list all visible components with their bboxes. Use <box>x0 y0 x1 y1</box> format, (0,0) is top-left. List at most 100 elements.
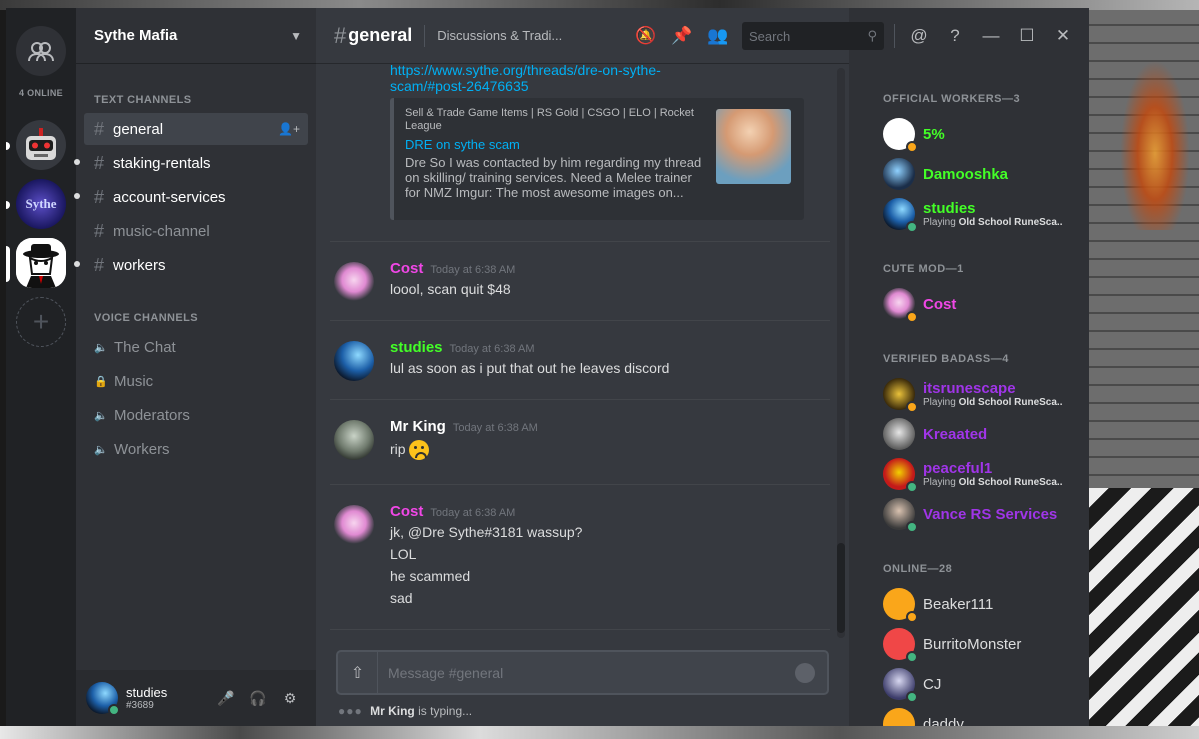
message-link[interactable]: https://www.sythe.org/threads/dre-on-syt… <box>390 64 710 94</box>
embed-title[interactable]: DRE on sythe scam <box>405 137 520 152</box>
member-item[interactable]: CJ <box>883 664 1083 704</box>
desktop-background-fire <box>1120 60 1190 230</box>
minimize-icon[interactable]: — <box>973 26 1009 46</box>
online-status-icon <box>906 521 918 533</box>
desktop-background-stripes <box>1089 488 1199 726</box>
message-line: rip <box>390 438 430 461</box>
invite-icon[interactable]: 👤+ <box>278 122 300 136</box>
help-icon[interactable]: ? <box>937 26 973 46</box>
member-name: studies <box>923 199 976 217</box>
server-icon-sythe-mafia[interactable] <box>16 238 66 288</box>
search-icon: ⚲ <box>867 28 877 43</box>
member-item[interactable]: Vance RS Services <box>883 494 1083 534</box>
message-list[interactable]: https://www.sythe.org/threads/dre-on-syt… <box>316 64 849 634</box>
voice-channel-label: Moderators <box>114 406 190 424</box>
channel-general[interactable]: # general 👤+ <box>84 113 308 145</box>
hash-icon: # <box>94 152 105 173</box>
member-activity: Playing Old School RuneSca... <box>923 397 1063 408</box>
member-name: Damooshka <box>923 165 1009 183</box>
member-item[interactable]: daddy <box>883 704 1083 726</box>
unread-dot <box>74 159 80 165</box>
text-channels-category[interactable]: TEXT CHANNELS <box>94 94 191 106</box>
member-item[interactable]: BurritoMonster <box>883 624 1083 664</box>
headphones-icon[interactable]: 🎧 <box>242 690 274 707</box>
speaker-icon: 🔈 <box>94 341 108 354</box>
hash-icon: # <box>94 220 105 241</box>
toolbar-divider <box>894 24 895 48</box>
idle-status-icon <box>906 141 918 153</box>
member-item[interactable]: studies Playing Old School RuneSca... <box>883 194 1083 234</box>
message-text: loool, scan quit $48 <box>390 281 511 297</box>
unread-dot <box>74 261 80 267</box>
friends-home-button[interactable] <box>16 26 66 76</box>
search-input[interactable]: Search <box>749 29 867 44</box>
server-header[interactable]: Sythe Mafia ▼ <box>76 8 316 64</box>
member-name: Kreaated <box>923 425 988 443</box>
avatar[interactable] <box>334 341 374 381</box>
member-name: Beaker111 <box>923 595 994 613</box>
channel-topic[interactable]: Discussions & Tradi... <box>437 28 562 43</box>
member-item[interactable]: Beaker111 <box>883 584 1083 624</box>
message-group: Cost Today at 6:38 AM loool, scan quit $4… <box>316 260 836 320</box>
member-item[interactable]: Kreaated <box>883 414 1083 454</box>
channel-label: general <box>113 120 164 138</box>
message-author[interactable]: studies <box>390 339 443 356</box>
message-author-wrap[interactable]: Cost Today at 6:38 AM <box>390 503 515 520</box>
member-item[interactable]: Damooshka <box>883 154 1083 194</box>
member-list-toggle-icon[interactable]: 👥 <box>700 26 736 46</box>
message-author-wrap[interactable]: Cost Today at 6:38 AM <box>390 260 515 277</box>
channel-staking-rentals[interactable]: # staking-rentals <box>84 147 308 179</box>
voice-channel-moderators[interactable]: 🔈 Moderators <box>84 399 308 431</box>
member-item[interactable]: peaceful1 Playing Old School RuneSca... <box>883 454 1083 494</box>
voice-channel-the-chat[interactable]: 🔈 The Chat <box>84 331 308 363</box>
message-divider <box>330 399 830 400</box>
close-icon[interactable]: ✕ <box>1045 26 1081 46</box>
server-icon-robot[interactable] <box>16 120 66 170</box>
embed-thumbnail[interactable] <box>716 109 791 184</box>
mute-channel-icon[interactable]: 🔕 <box>628 26 664 46</box>
member-item[interactable]: 5% <box>883 114 1083 154</box>
channel-label: music-channel <box>113 222 210 240</box>
pinned-messages-icon[interactable]: 📌 <box>664 26 700 46</box>
member-name: Vance RS Services <box>923 505 1058 523</box>
idle-status-icon <box>906 401 918 413</box>
avatar[interactable] <box>334 420 374 460</box>
typing-user: Mr King <box>370 704 415 718</box>
search-box[interactable]: Search ⚲ <box>742 22 884 50</box>
avatar[interactable] <box>334 505 374 545</box>
hash-icon: # <box>94 186 105 207</box>
server-icon-sythe[interactable]: Sythe <box>16 179 66 229</box>
voice-channel-music[interactable]: 🔒 Music <box>84 365 308 397</box>
voice-channels-category[interactable]: VOICE CHANNELS <box>94 312 198 324</box>
microphone-icon[interactable]: 🎤 <box>210 690 242 707</box>
voice-channel-workers[interactable]: 🔈 Workers <box>84 433 308 465</box>
message-timestamp: Today at 6:38 AM <box>430 507 516 519</box>
gear-icon[interactable]: ⚙ <box>274 690 306 707</box>
member-item[interactable]: Cost <box>883 284 1083 324</box>
message-group: studies Today at 6:38 AM lul as soon as i… <box>316 339 836 399</box>
member-item[interactable]: itsrunescape Playing Old School RuneSca.… <box>883 374 1083 414</box>
member-category: CUTE MOD—1 <box>883 263 964 275</box>
message-author[interactable]: Cost <box>390 503 423 520</box>
message-author-wrap[interactable]: studies Today at 6:38 AM <box>390 339 535 356</box>
avatar <box>883 668 918 703</box>
scrollbar-thumb[interactable] <box>837 543 845 633</box>
avatar[interactable] <box>334 262 374 302</box>
emoji-picker-icon[interactable] <box>795 662 815 683</box>
avatar <box>883 628 918 663</box>
maximize-icon[interactable]: ☐ <box>1009 26 1045 46</box>
message-input[interactable] <box>378 664 795 681</box>
message-author[interactable]: Mr King <box>390 418 446 435</box>
upload-icon[interactable]: ⇧ <box>338 652 378 693</box>
avatar[interactable] <box>86 682 120 716</box>
mentions-icon[interactable]: @ <box>901 26 937 46</box>
channel-music-channel[interactable]: # music-channel <box>84 215 308 247</box>
channel-workers[interactable]: # workers <box>84 249 308 281</box>
hash-icon: # <box>94 254 105 275</box>
add-server-button[interactable]: + <box>16 297 66 347</box>
message-author[interactable]: Cost <box>390 260 423 277</box>
activity-prefix: Playing <box>923 476 959 488</box>
message-author-wrap[interactable]: Mr King Today at 6:38 AM <box>390 418 538 435</box>
message-divider <box>330 241 830 242</box>
channel-account-services[interactable]: # account-services <box>84 181 308 213</box>
